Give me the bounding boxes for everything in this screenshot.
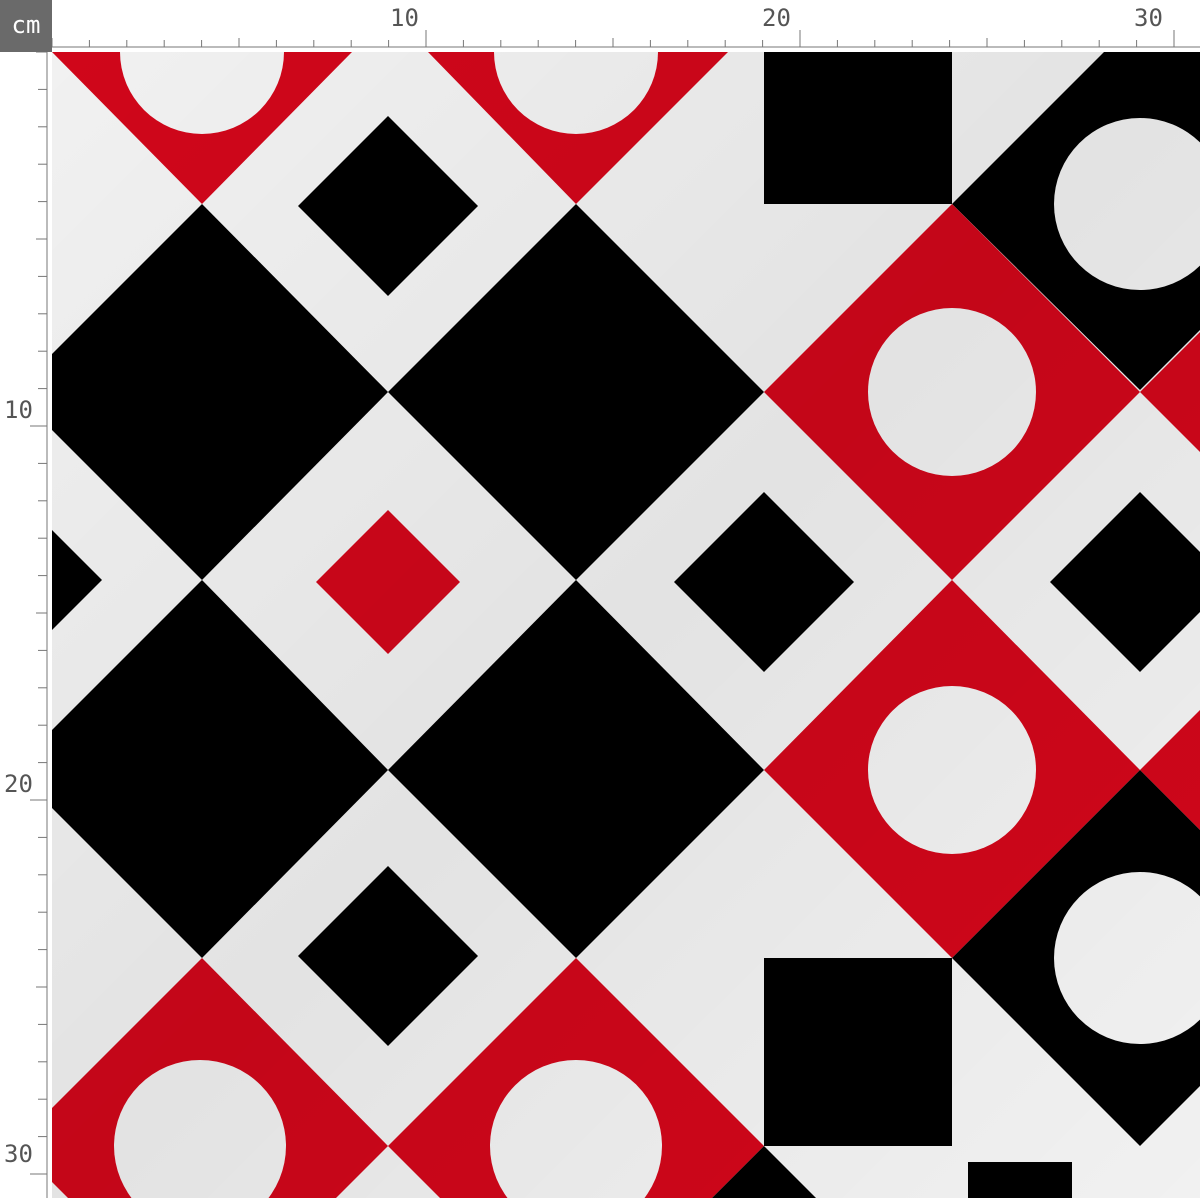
ruler-vertical-ticks — [30, 52, 48, 1198]
ruler-left-label-20: 20 — [4, 770, 33, 798]
ruler-vertical: 10 20 30 — [0, 52, 52, 1198]
ruler-left-label-30: 30 — [4, 1140, 33, 1168]
fabric-shading — [52, 52, 1200, 1198]
ruler-horizontal-ticks — [52, 30, 1200, 48]
ruler-horizontal: 10 20 30 — [52, 0, 1200, 52]
fabric-pattern-preview — [52, 52, 1200, 1198]
ruler-top-label-10: 10 — [390, 4, 419, 32]
ruler-left-label-10: 10 — [4, 396, 33, 424]
ruler-top-label-30: 30 — [1134, 4, 1163, 32]
ruler-top-label-20: 20 — [762, 4, 791, 32]
unit-badge: cm — [0, 0, 52, 52]
geometric-pattern — [52, 52, 1200, 1198]
